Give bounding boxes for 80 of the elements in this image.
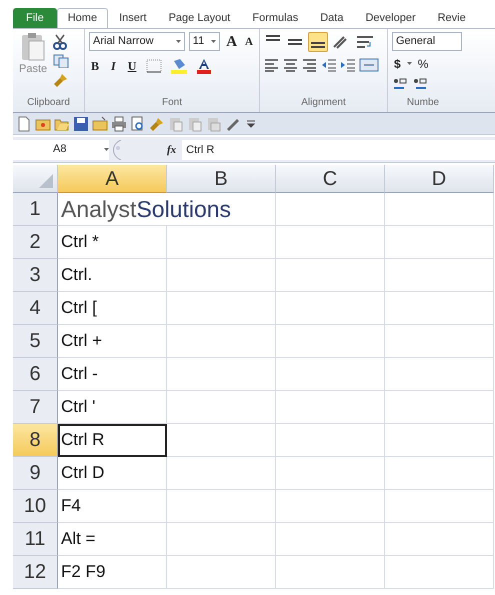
bold-button[interactable]: B xyxy=(89,57,102,75)
column-header[interactable]: B xyxy=(167,165,276,193)
name-box[interactable]: A8 xyxy=(13,140,109,160)
insert-function-button[interactable]: fx xyxy=(165,140,178,158)
brush-icon[interactable] xyxy=(149,116,165,132)
table-cell: Alt = xyxy=(58,523,167,556)
decrease-indent-icon[interactable] xyxy=(321,58,336,72)
table-cell: F2 F9 xyxy=(58,556,167,589)
brush-icon[interactable] xyxy=(53,72,70,88)
row-header[interactable]: 5 xyxy=(13,325,58,358)
ribbon-tab[interactable]: Formulas xyxy=(241,8,310,28)
group-label: Alignment xyxy=(300,96,347,110)
row-header[interactable]: 8 xyxy=(13,424,58,457)
percent-button[interactable]: % xyxy=(416,55,430,73)
borders-icon[interactable] xyxy=(146,59,162,73)
italic-button[interactable]: I xyxy=(109,57,118,75)
ribbon-tab[interactable]: Home xyxy=(56,8,108,28)
row-header[interactable]: 4 xyxy=(13,292,58,325)
wrap-text-icon[interactable] xyxy=(356,34,374,50)
grow-font-button[interactable]: A xyxy=(224,32,240,50)
table-cell: Ctrl R xyxy=(58,424,167,457)
caret-icon[interactable] xyxy=(211,40,216,44)
caret-icon[interactable] xyxy=(406,62,412,66)
clipboard-icon[interactable] xyxy=(20,32,46,62)
row-header[interactable]: 1 xyxy=(13,193,58,226)
table-cell: Ctrl. xyxy=(58,259,167,292)
group-label: Font xyxy=(160,96,183,110)
shrink-font-button[interactable]: A xyxy=(243,32,255,50)
group-label: Clipboard xyxy=(26,96,71,110)
table-cell: F4 xyxy=(58,490,167,523)
row-header[interactable]: 7 xyxy=(13,391,58,424)
row-header[interactable]: 12 xyxy=(13,556,58,589)
table-cell: Ctrl + xyxy=(58,325,167,358)
column-header[interactable]: D xyxy=(385,165,494,193)
font-size-dropdown[interactable]: 11 xyxy=(188,32,220,51)
table-cell: Ctrl * xyxy=(58,226,167,259)
align-right-icon[interactable] xyxy=(302,58,317,72)
column-header[interactable]: A xyxy=(58,165,167,193)
copy-icon[interactable] xyxy=(53,54,72,68)
row-header[interactable]: 6 xyxy=(13,358,58,391)
number-format-dropdown[interactable]: General xyxy=(392,32,462,51)
table-cell: Ctrl D xyxy=(58,457,167,490)
table-cell: Ctrl ' xyxy=(58,391,167,424)
table-cell: Ctrl [ xyxy=(58,292,167,325)
ribbon-tab[interactable]: Developer xyxy=(354,8,427,28)
ribbon-tab[interactable]: Revie xyxy=(426,8,477,28)
new-file-icon[interactable] xyxy=(16,116,32,132)
font-color-icon[interactable] xyxy=(196,58,212,74)
group-label: Numbe xyxy=(406,96,440,110)
align-left-icon[interactable] xyxy=(264,58,279,72)
print-icon[interactable] xyxy=(111,116,127,132)
ribbon-tab[interactable]: Data xyxy=(309,8,354,28)
ribbon-tab[interactable]: Page Layout xyxy=(158,8,242,28)
caret-icon[interactable] xyxy=(104,148,109,152)
align-lines-icon xyxy=(266,35,280,41)
fill-bucket-icon[interactable] xyxy=(170,58,188,74)
align-button[interactable] xyxy=(308,32,328,52)
merge-cells-icon[interactable] xyxy=(359,58,379,72)
logo: AnalystSolutions xyxy=(58,193,276,226)
row-header[interactable]: 11 xyxy=(13,523,58,556)
table-cell: Ctrl - xyxy=(58,358,167,391)
column-header[interactable]: C xyxy=(276,165,385,193)
file-tab[interactable]: File xyxy=(13,8,57,28)
align-center-icon[interactable] xyxy=(283,58,298,72)
align-lines-icon xyxy=(288,39,302,45)
save-icon[interactable] xyxy=(73,116,89,132)
currency-button[interactable]: $ xyxy=(392,55,403,73)
scissors-icon[interactable] xyxy=(53,34,68,50)
font-name-dropdown[interactable]: Arial Narrow xyxy=(89,32,185,51)
row-header[interactable]: 9 xyxy=(13,457,58,490)
align-lines-icon xyxy=(311,42,325,48)
increase-indent-icon[interactable] xyxy=(340,58,355,72)
formula-input[interactable]: Ctrl R xyxy=(182,140,495,160)
folder-icon[interactable] xyxy=(92,116,108,132)
row-header[interactable]: 2 xyxy=(13,226,58,259)
row-header[interactable]: 10 xyxy=(13,490,58,523)
ribbon-tab[interactable]: Insert xyxy=(108,8,158,28)
underline-button[interactable]: U xyxy=(126,57,138,75)
caret-icon[interactable] xyxy=(176,40,181,44)
row-header[interactable]: 3 xyxy=(13,259,58,292)
